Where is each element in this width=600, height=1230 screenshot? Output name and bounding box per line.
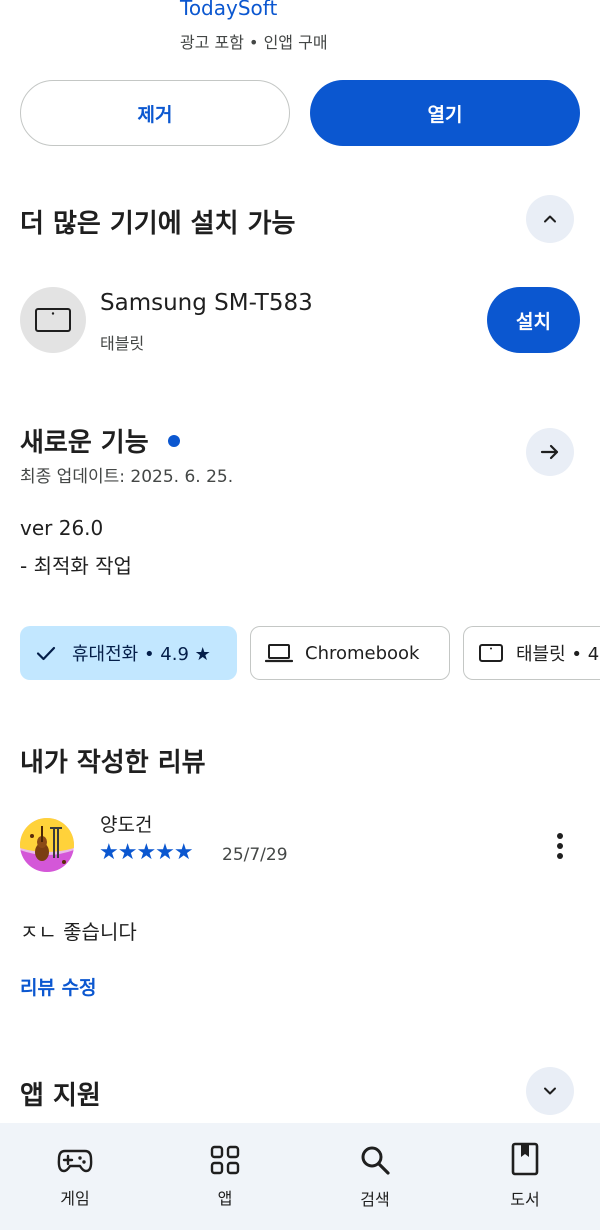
edit-review-link[interactable]: 리뷰 수정 (20, 973, 97, 1000)
nav-games[interactable]: 게임 (0, 1123, 150, 1230)
nav-books[interactable]: 도서 (450, 1123, 600, 1230)
nav-books-label: 도서 (510, 1190, 540, 1209)
chip-tablet-label: 태블릿 • 4 (516, 644, 600, 665)
review-stars: ★★★★★ (99, 840, 194, 865)
gamepad-icon (57, 1149, 93, 1173)
uninstall-button[interactable]: 제거 (20, 80, 290, 146)
release-note: - 최적화 작업 (20, 554, 132, 578)
nav-search-label: 검색 (360, 1190, 390, 1209)
reviewer-avatar (20, 818, 74, 872)
more-vert-icon (557, 833, 563, 859)
developer-link[interactable]: TodaySoft (180, 0, 277, 20)
review-text: ㅈㄴ 좋습니다 (20, 920, 137, 944)
chip-chromebook[interactable]: Chromebook (250, 626, 450, 680)
device-name: Samsung SM-T583 (100, 290, 313, 316)
last-updated: 최종 업데이트: 2025. 6. 25. (20, 467, 234, 487)
open-button[interactable]: 열기 (310, 80, 580, 146)
nav-apps-label: 앱 (217, 1189, 233, 1208)
arrow-right-icon (540, 444, 559, 460)
review-date: 25/7/29 (222, 845, 288, 865)
chip-tablet[interactable]: 태블릿 • 4 (463, 626, 600, 680)
expand-button[interactable] (526, 1067, 574, 1115)
version-text: ver 26.0 (20, 516, 104, 540)
chevron-up-icon (544, 215, 556, 223)
search-icon (361, 1146, 390, 1175)
reviewer-name: 양도건 (100, 814, 153, 836)
app-meta: 광고 포함 • 인앱 구매 (180, 33, 328, 52)
avatar-image (20, 818, 74, 872)
apps-grid-icon (210, 1145, 240, 1175)
install-device-button[interactable]: 설치 (487, 287, 580, 353)
new-dot-icon (167, 434, 180, 447)
app-support-title: 앱 지원 (20, 1081, 101, 1111)
chip-chromebook-label: Chromebook (305, 642, 420, 664)
check-icon (36, 646, 56, 661)
device-avatar (20, 287, 86, 353)
whats-new-title: 새로운 기능 (20, 422, 180, 459)
whats-new-title-text: 새로운 기능 (20, 428, 149, 458)
tablet-icon (479, 644, 503, 662)
tablet-icon (35, 308, 71, 332)
nav-search[interactable]: 검색 (300, 1123, 450, 1230)
more-devices-title: 더 많은 기기에 설치 가능 (20, 209, 296, 239)
chip-phone[interactable]: 휴대전화 • 4.9 ★ (20, 626, 237, 680)
book-icon (511, 1142, 539, 1176)
collapse-button[interactable] (526, 195, 574, 243)
whats-new-more-button[interactable] (526, 428, 574, 476)
nav-apps[interactable]: 앱 (150, 1123, 300, 1230)
chevron-down-icon (544, 1087, 556, 1095)
laptop-icon (265, 644, 293, 663)
bottom-nav: 게임 앱 검색 도서 (0, 1123, 600, 1230)
my-review-title: 내가 작성한 리뷰 (20, 748, 206, 778)
review-menu-button[interactable] (540, 826, 580, 866)
nav-games-label: 게임 (60, 1189, 90, 1208)
chip-phone-label: 휴대전화 • 4.9 ★ (72, 644, 211, 665)
device-type: 태블릿 (100, 334, 145, 353)
